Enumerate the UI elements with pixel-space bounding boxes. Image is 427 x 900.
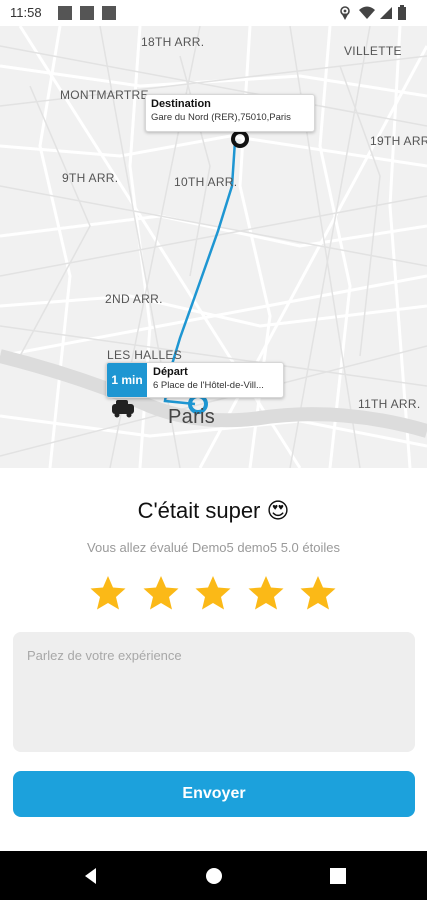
- destination-address: Gare du Nord (RER),75010,Paris: [151, 112, 291, 123]
- map-label-19th-arr: 19TH ARR.: [370, 134, 427, 148]
- map-label-10th-arr: 10TH ARR.: [174, 175, 238, 189]
- send-button[interactable]: Envoyer: [13, 771, 415, 817]
- recents-icon[interactable]: [327, 865, 349, 887]
- map-label-villette: VILLETTE: [344, 44, 402, 58]
- route-map[interactable]: 18TH ARR. VILLETTE MONTMARTRE 19TH ARR. …: [0, 26, 427, 468]
- star-icon-4[interactable]: [246, 573, 286, 613]
- departure-address: 6 Place de l'Hôtel-de-Vill...: [153, 380, 264, 391]
- notification-square-icon: [80, 6, 94, 20]
- star-icon-1[interactable]: [88, 573, 128, 613]
- notification-square-icon: [58, 6, 72, 20]
- status-bar: 11:58: [0, 0, 427, 26]
- star-icon-3[interactable]: [193, 573, 233, 613]
- home-icon[interactable]: [203, 865, 225, 887]
- rating-subtitle: Vous allez évalué Demo5 demo5 5.0 étoile…: [87, 540, 340, 555]
- battery-icon: [398, 5, 406, 20]
- departure-title: Départ: [153, 366, 188, 378]
- destination-bubble[interactable]: Destination Gare du Nord (RER),75010,Par…: [145, 94, 315, 132]
- map-label-2nd-arr: 2ND ARR.: [105, 292, 163, 306]
- star-icon-2[interactable]: [141, 573, 181, 613]
- map-label-11th-arr: 11TH ARR.: [358, 397, 421, 411]
- location-icon: [340, 6, 350, 20]
- feedback-input[interactable]: [13, 632, 415, 752]
- map-label-paris: Paris: [168, 406, 216, 428]
- destination-title: Destination: [151, 98, 211, 110]
- star-icon-5[interactable]: [298, 573, 338, 613]
- departure-eta-badge: 1 min: [107, 363, 147, 397]
- system-status-icons: [340, 5, 406, 20]
- map-label-les-halles: LES HALLES: [107, 348, 183, 362]
- star-rating[interactable]: [88, 573, 338, 617]
- map-label-18th-arr: 18TH ARR.: [141, 35, 205, 49]
- notification-square-icon: [102, 6, 116, 20]
- status-time: 11:58: [10, 5, 42, 20]
- navigation-bar: [0, 851, 427, 900]
- map-label-montmartre: MONTMARTRE: [60, 88, 149, 102]
- rating-title: C'était super 😍: [137, 498, 290, 523]
- rating-screen: 11:58 18TH ARR. VILLETTE MONTMARTRE 19TH…: [0, 0, 427, 900]
- map-label-9th-arr: 9TH ARR.: [62, 171, 119, 185]
- back-icon[interactable]: [80, 865, 102, 887]
- signal-icon: [380, 7, 392, 19]
- wifi-icon: [359, 6, 375, 19]
- departure-bubble[interactable]: 1 min Départ 6 Place de l'Hôtel-de-Vill.…: [106, 362, 284, 398]
